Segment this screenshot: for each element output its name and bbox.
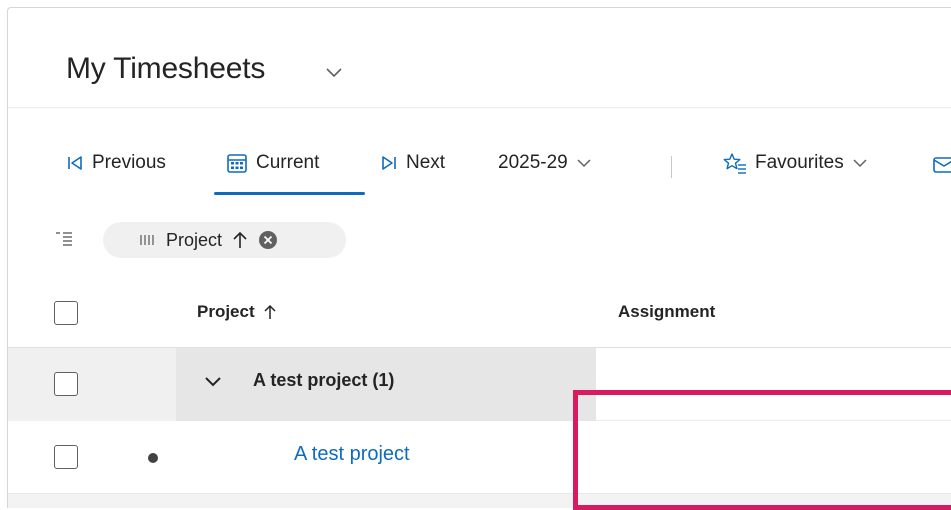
- row-checkbox[interactable]: [54, 445, 78, 469]
- favourites-button[interactable]: Favourites: [723, 148, 868, 178]
- chevron-down-icon[interactable]: [325, 66, 343, 78]
- previous-button[interactable]: Previous: [66, 148, 166, 178]
- group-row-checkbox[interactable]: [54, 372, 78, 396]
- column-header-project[interactable]: Project: [197, 302, 277, 322]
- chevron-down-icon: [853, 159, 867, 168]
- chip-label: Project: [166, 229, 223, 250]
- current-label: Current: [256, 152, 320, 173]
- column-header-assignment[interactable]: Assignment: [618, 302, 715, 322]
- mail-icon[interactable]: [933, 155, 951, 175]
- star-list-icon: [723, 153, 746, 174]
- highlight-annotation: [573, 390, 951, 510]
- chevron-down-icon: [577, 159, 591, 168]
- page: My Timesheets Previous Current Next 2025…: [0, 0, 951, 510]
- status-dot-icon: [148, 453, 158, 463]
- group-label: A test project (1): [253, 370, 395, 390]
- group-by-icon[interactable]: [55, 231, 73, 247]
- command-bar: Previous Current Next 2025-29 Favourites: [8, 138, 951, 198]
- current-button[interactable]: Current: [226, 148, 319, 178]
- skip-forward-icon: [382, 156, 396, 170]
- page-title[interactable]: My Timesheets: [66, 52, 265, 86]
- column-grip-icon: [140, 235, 154, 245]
- column-header-project-label: Project: [197, 302, 255, 321]
- grouping-bar: Project: [8, 218, 951, 262]
- group-chip-project[interactable]: Project: [103, 222, 346, 258]
- skip-back-icon: [68, 156, 82, 170]
- favourites-label: Favourites: [755, 152, 844, 173]
- period-dropdown[interactable]: 2025-29: [498, 148, 592, 178]
- arrow-up-icon: [264, 304, 276, 319]
- next-button[interactable]: Next: [380, 148, 445, 178]
- title-bar: My Timesheets: [8, 8, 951, 108]
- grid-header-row: Project Assignment: [8, 278, 951, 348]
- toolbar-divider: [671, 156, 672, 178]
- calendar-icon: [227, 154, 247, 173]
- current-tab-indicator: [214, 192, 365, 195]
- previous-label: Previous: [92, 152, 166, 173]
- select-all-checkbox[interactable]: [54, 301, 78, 325]
- period-value: 2025-29: [498, 152, 568, 173]
- next-label: Next: [406, 152, 446, 173]
- project-link[interactable]: A test project: [294, 443, 410, 466]
- chevron-down-icon[interactable]: [204, 376, 222, 388]
- dismiss-circle-icon[interactable]: [258, 230, 278, 250]
- arrow-up-icon[interactable]: [232, 231, 248, 249]
